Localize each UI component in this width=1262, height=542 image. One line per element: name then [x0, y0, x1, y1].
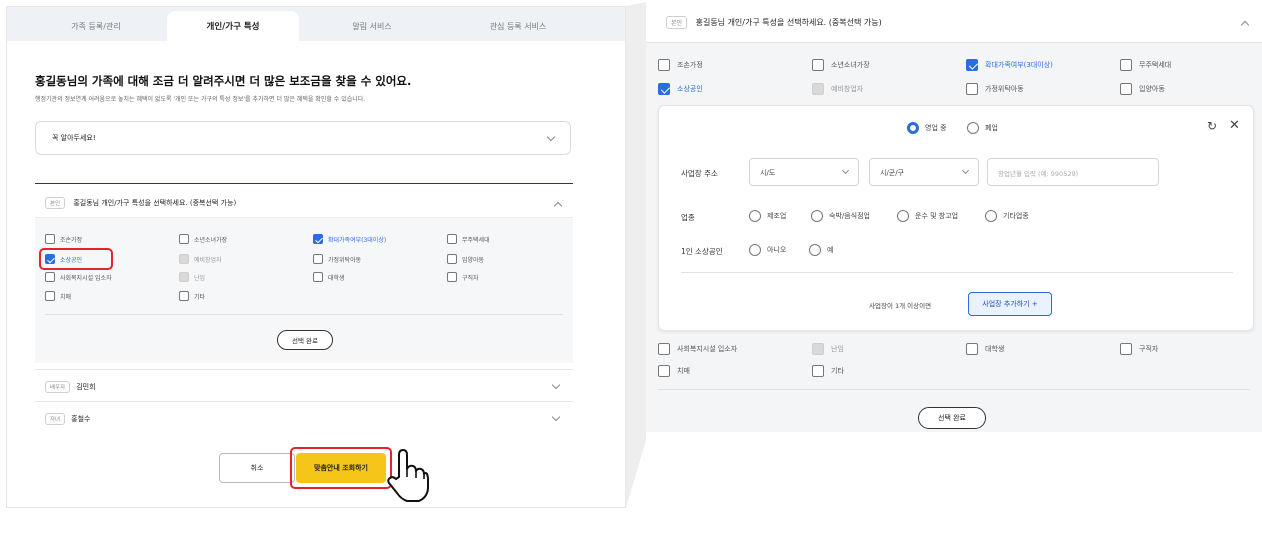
checkbox-checked-icon [966, 59, 978, 71]
add-workplace-hint: 사업장이 1개 이상이면 [869, 302, 932, 310]
radio-solo-yes[interactable]: 예 [809, 244, 833, 256]
role-tag: 본인 [666, 16, 688, 29]
checkbox-option[interactable]: 기타 [812, 365, 844, 377]
chevron-up-icon[interactable] [1240, 20, 1250, 30]
checkbox-icon [966, 83, 978, 95]
radio-solo-no[interactable]: 아니오 [749, 244, 786, 256]
section-title: 홍길동님 개인/가구 특성을 선택하세요. (중복선택 가능) [695, 18, 882, 27]
checkbox-disabled-icon [812, 343, 824, 355]
checkbox-option[interactable]: 구직자 [1120, 343, 1158, 355]
add-workplace-button[interactable]: 사업장 추가하기 + [968, 292, 1052, 316]
radio-closed[interactable]: 폐업 [967, 122, 998, 134]
radio-industry[interactable]: 기타업종 [985, 210, 1029, 222]
checkbox-option-small-business[interactable]: 소상공인 [658, 83, 703, 95]
checkbox-option[interactable]: 확대가족여부(3대이상) [966, 59, 1053, 71]
checkbox-icon [658, 59, 670, 71]
chevron-down-icon [841, 166, 850, 175]
checkbox-icon [1120, 59, 1132, 71]
checkbox-option[interactable]: 입양아동 [1120, 83, 1165, 95]
sido-select[interactable]: 시/도 [749, 158, 859, 186]
checkbox-icon [812, 59, 824, 71]
radio-icon [809, 244, 821, 256]
checkbox-checked-icon [658, 83, 670, 95]
checkbox-icon [1120, 83, 1132, 95]
checkbox-option: 난임 [812, 343, 844, 355]
radio-industry[interactable]: 운수 및 창고업 [897, 210, 958, 222]
checkbox-option[interactable]: 가정위탁아동 [966, 83, 1024, 95]
refresh-icon[interactable]: ↻ [1207, 120, 1217, 132]
checkbox-icon [658, 343, 670, 355]
zoomed-traits-panel: 본인 홍길동님 개인/가구 특성을 선택하세요. (중복선택 가능) 조손가정 … [646, 2, 1262, 440]
close-icon[interactable]: ✕ [1229, 119, 1240, 132]
radio-open[interactable]: 영업 중 [907, 122, 947, 134]
radio-icon [749, 244, 761, 256]
radio-icon [811, 210, 823, 222]
radio-industry[interactable]: 숙박/음식점업 [811, 210, 870, 222]
radio-icon [897, 210, 909, 222]
section-header[interactable]: 본인 홍길동님 개인/가구 특성을 선택하세요. (중복선택 가능) [654, 8, 1254, 36]
checkbox-option[interactable]: 조손가정 [658, 59, 703, 71]
solo-business-label: 1인 소상공인 [681, 247, 723, 256]
checkbox-icon [966, 343, 978, 355]
industry-label: 업종 [681, 213, 695, 222]
select-done-button[interactable]: 선택 완료 [918, 407, 986, 429]
sigungu-select[interactable]: 시/군/구 [869, 158, 979, 186]
checkbox-icon [812, 365, 824, 377]
open-date-input[interactable]: 창업년월 입력 (예: 990529) [987, 158, 1159, 186]
checkbox-option[interactable]: 사회복지시설 입소자 [658, 343, 737, 355]
traits-checkbox-grid: 조손가정 소년소녀가장 확대가족여부(3대이상) 무주택세대 소상공인 예비창업… [646, 42, 1262, 432]
radio-icon [749, 210, 761, 222]
card-divider [681, 272, 1233, 273]
chevron-down-icon [961, 166, 970, 175]
grid-divider [658, 389, 1250, 390]
checkbox-disabled-icon [812, 83, 824, 95]
radio-icon [967, 122, 979, 134]
radio-checked-icon [907, 122, 919, 134]
checkbox-option: 예비창업자 [812, 83, 863, 95]
checkbox-option[interactable]: 소년소녀가장 [812, 59, 870, 71]
checkbox-icon [1120, 343, 1132, 355]
radio-industry[interactable]: 제조업 [749, 210, 786, 222]
checkbox-option[interactable]: 무주택세대 [1120, 59, 1171, 71]
checkbox-option[interactable]: 대학생 [966, 343, 1004, 355]
checkbox-option[interactable]: 치매 [658, 365, 690, 377]
small-business-detail-card: 영업 중 폐업 ↻ ✕ 사업장 주소 시/도 시/군/구 창업년월 입력 (예:… [658, 105, 1254, 331]
radio-icon [985, 210, 997, 222]
address-label: 사업장 주소 [681, 169, 718, 178]
checkbox-icon [658, 365, 670, 377]
